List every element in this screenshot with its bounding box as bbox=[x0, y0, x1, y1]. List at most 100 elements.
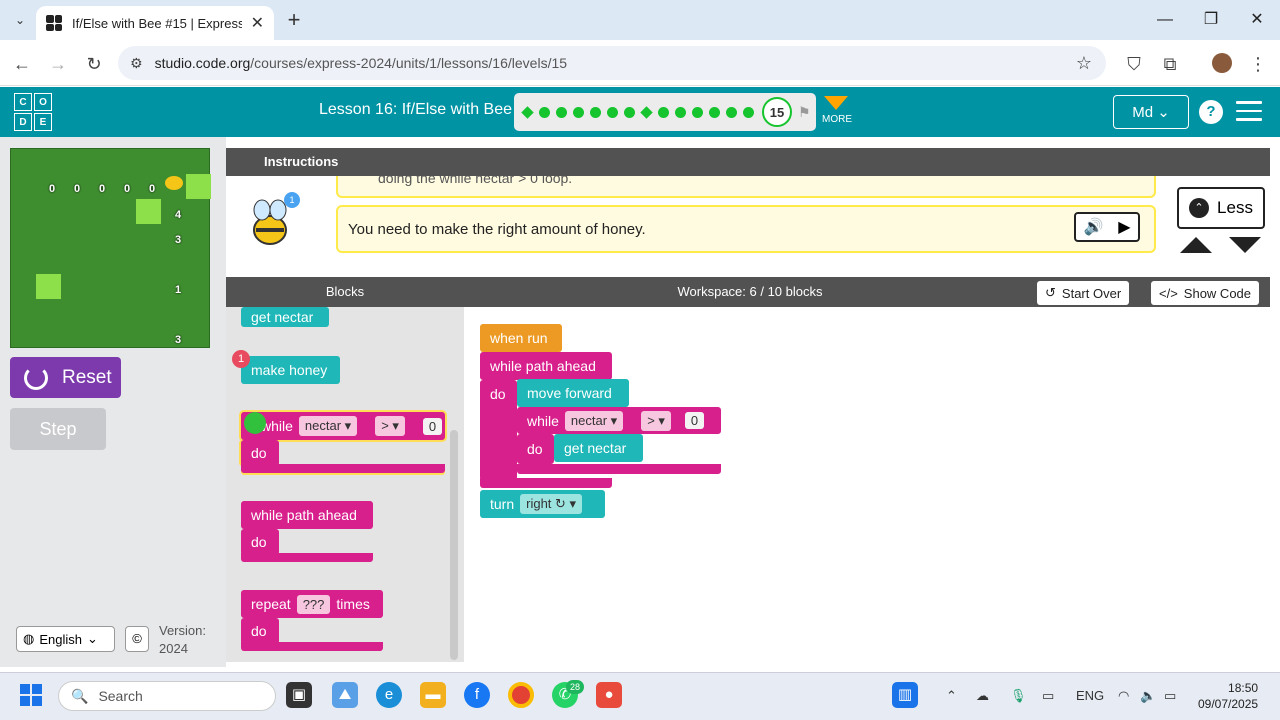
finish-flag-icon[interactable]: ⚑ bbox=[798, 104, 811, 121]
progress-level[interactable] bbox=[675, 106, 686, 118]
restore-button[interactable]: ❐ bbox=[1188, 6, 1234, 34]
language-indicator[interactable]: ENG bbox=[1076, 688, 1104, 703]
less-button[interactable]: ⌃ Less bbox=[1177, 187, 1265, 229]
progress-level[interactable] bbox=[624, 106, 635, 118]
shield-extension-icon[interactable]: ⛉ bbox=[1120, 52, 1148, 76]
new-tab-button[interactable]: + bbox=[282, 8, 306, 32]
progress-level[interactable] bbox=[640, 105, 653, 119]
instruction-text: You need to make the right amount of hon… bbox=[348, 221, 646, 238]
user-name: Md bbox=[1132, 103, 1154, 121]
cloud-icon[interactable]: ☁ bbox=[976, 688, 989, 704]
battery-icon[interactable]: ▭ bbox=[1164, 688, 1176, 704]
turn-block[interactable]: turn right ↻ ▾ bbox=[480, 490, 605, 518]
file-explorer-icon[interactable]: ▬ bbox=[420, 682, 446, 708]
move-forward-block[interactable]: move forward bbox=[517, 379, 629, 407]
toolbox-while-path-block[interactable]: while path ahead bbox=[241, 501, 373, 529]
toolbox-while-nectar-block[interactable]: while nectar ▾ > ▾ 0 bbox=[241, 412, 445, 440]
toolbox-get-nectar-block[interactable]: get nectar bbox=[241, 307, 329, 327]
progress-level[interactable] bbox=[607, 106, 618, 118]
progress-level[interactable] bbox=[658, 106, 669, 118]
hamburger-menu-icon[interactable] bbox=[1236, 101, 1262, 121]
maze-cell-light bbox=[136, 199, 161, 224]
volume-icon[interactable]: 🔈 bbox=[1140, 688, 1156, 704]
reset-button[interactable]: Reset bbox=[10, 357, 121, 398]
start-over-button[interactable]: ↺ Start Over bbox=[1037, 281, 1130, 305]
back-icon[interactable]: ← bbox=[8, 52, 36, 76]
progress-level[interactable] bbox=[709, 106, 720, 118]
repeat-count-field[interactable]: ??? bbox=[296, 594, 331, 614]
code-org-logo[interactable]: C O D E bbox=[14, 93, 52, 131]
widgets-icon[interactable]: ▥ bbox=[892, 682, 918, 708]
forward-icon[interactable]: → bbox=[44, 52, 72, 76]
direction-dropdown[interactable]: right ↻ ▾ bbox=[520, 494, 583, 514]
language-select[interactable]: ◍ English ⌄ bbox=[16, 626, 115, 652]
task-view-icon[interactable]: ▣ bbox=[286, 682, 312, 708]
toolbox-make-honey-block[interactable]: make honey bbox=[241, 356, 340, 384]
lesson-title[interactable]: Lesson 16: If/Else with Bee bbox=[319, 101, 512, 119]
show-hidden-icons[interactable]: ⌃ bbox=[946, 688, 957, 704]
wifi-icon[interactable]: ◠ bbox=[1118, 688, 1129, 704]
current-level-badge[interactable]: 15 bbox=[762, 97, 792, 127]
taskbar-search[interactable]: 🔍 Search bbox=[58, 681, 276, 711]
copyright-button[interactable]: © bbox=[125, 626, 149, 652]
progress-level[interactable] bbox=[556, 106, 567, 118]
progress-level[interactable] bbox=[743, 106, 754, 118]
audio-controls[interactable]: 🔊 ▶ bbox=[1074, 212, 1140, 242]
nectar-dropdown[interactable]: nectar ▾ bbox=[564, 410, 624, 431]
number-field[interactable]: 0 bbox=[422, 417, 443, 435]
speaker-icon[interactable]: 🔊 bbox=[1083, 217, 1103, 237]
keyboard-icon[interactable]: ▭ bbox=[1042, 688, 1054, 704]
screen-recorder-icon[interactable]: ● bbox=[596, 682, 622, 708]
extensions-puzzle-icon[interactable]: ⧉ bbox=[1156, 52, 1184, 76]
scroll-down-arrow-icon[interactable] bbox=[1229, 237, 1261, 253]
facebook-icon[interactable]: f bbox=[464, 682, 490, 708]
clock-time: 18:50 bbox=[1228, 681, 1259, 695]
play-icon[interactable]: ▶ bbox=[1118, 217, 1130, 237]
get-nectar-block[interactable]: get nectar bbox=[554, 434, 643, 462]
help-icon[interactable]: ? bbox=[1199, 100, 1223, 124]
progress-level[interactable] bbox=[590, 106, 601, 118]
user-menu-button[interactable]: Md ⌄ bbox=[1113, 95, 1189, 129]
number-field[interactable]: 0 bbox=[684, 412, 705, 429]
chrome-menu-icon[interactable]: ⋮ bbox=[1244, 52, 1272, 76]
nectar-dropdown[interactable]: nectar ▾ bbox=[298, 416, 358, 436]
while-nectar-block[interactable]: while nectar ▾ > ▾ 0 bbox=[517, 407, 721, 434]
show-code-button[interactable]: </> Show Code bbox=[1151, 281, 1260, 305]
photos-app-icon[interactable]: ⛰ bbox=[332, 682, 358, 708]
operator-dropdown[interactable]: > ▾ bbox=[375, 416, 405, 436]
profile-avatar[interactable] bbox=[1212, 53, 1232, 73]
progress-level[interactable] bbox=[573, 106, 584, 118]
show-code-label: Show Code bbox=[1183, 285, 1252, 301]
edge-browser-icon[interactable]: e bbox=[376, 682, 402, 708]
site-info-icon[interactable]: ⚙ bbox=[130, 55, 143, 72]
while-path-ahead-block[interactable]: while path ahead bbox=[480, 352, 612, 380]
reload-icon[interactable]: ↻ bbox=[80, 52, 108, 76]
toolbox-repeat-block[interactable]: repeat ??? times bbox=[241, 590, 383, 618]
microphone-icon[interactable]: 🎙 bbox=[1010, 688, 1027, 704]
progress-level[interactable] bbox=[521, 105, 534, 119]
toolbox-scrollbar[interactable] bbox=[450, 430, 458, 660]
progress-level[interactable] bbox=[539, 106, 550, 118]
windows-start-icon[interactable] bbox=[20, 684, 42, 706]
bookmark-star-icon[interactable]: ☆ bbox=[1076, 53, 1092, 74]
close-window-button[interactable]: ✕ bbox=[1234, 6, 1280, 34]
minimize-button[interactable]: — bbox=[1142, 6, 1188, 34]
tab-close-icon[interactable]: ✕ bbox=[251, 13, 264, 33]
operator-dropdown[interactable]: > ▾ bbox=[641, 410, 671, 431]
progress-level[interactable] bbox=[726, 106, 737, 118]
chevron-down-icon: ⌄ bbox=[86, 631, 98, 646]
system-clock[interactable]: 18:50 09/07/2025 bbox=[1198, 680, 1258, 712]
scroll-up-arrow-icon[interactable] bbox=[1180, 237, 1212, 253]
tab-search-button[interactable]: ⌄ bbox=[8, 8, 32, 32]
when-run-block[interactable]: when run bbox=[480, 324, 562, 352]
flower-count: 3 bbox=[175, 234, 182, 246]
more-levels-button[interactable]: MORE bbox=[822, 96, 852, 125]
address-bar[interactable]: ⚙ studio.code.org/courses/express-2024/u… bbox=[118, 46, 1106, 80]
chrome-icon[interactable] bbox=[508, 682, 534, 708]
instructions-tab[interactable]: Instructions bbox=[264, 154, 338, 169]
flower-count: 3 bbox=[175, 334, 182, 346]
progress-level[interactable] bbox=[692, 106, 703, 118]
step-button[interactable]: Step bbox=[10, 408, 106, 450]
hint-count-badge[interactable]: 1 bbox=[284, 192, 300, 208]
browser-tab[interactable]: If/Else with Bee #15 | Express C ✕ bbox=[36, 6, 274, 40]
